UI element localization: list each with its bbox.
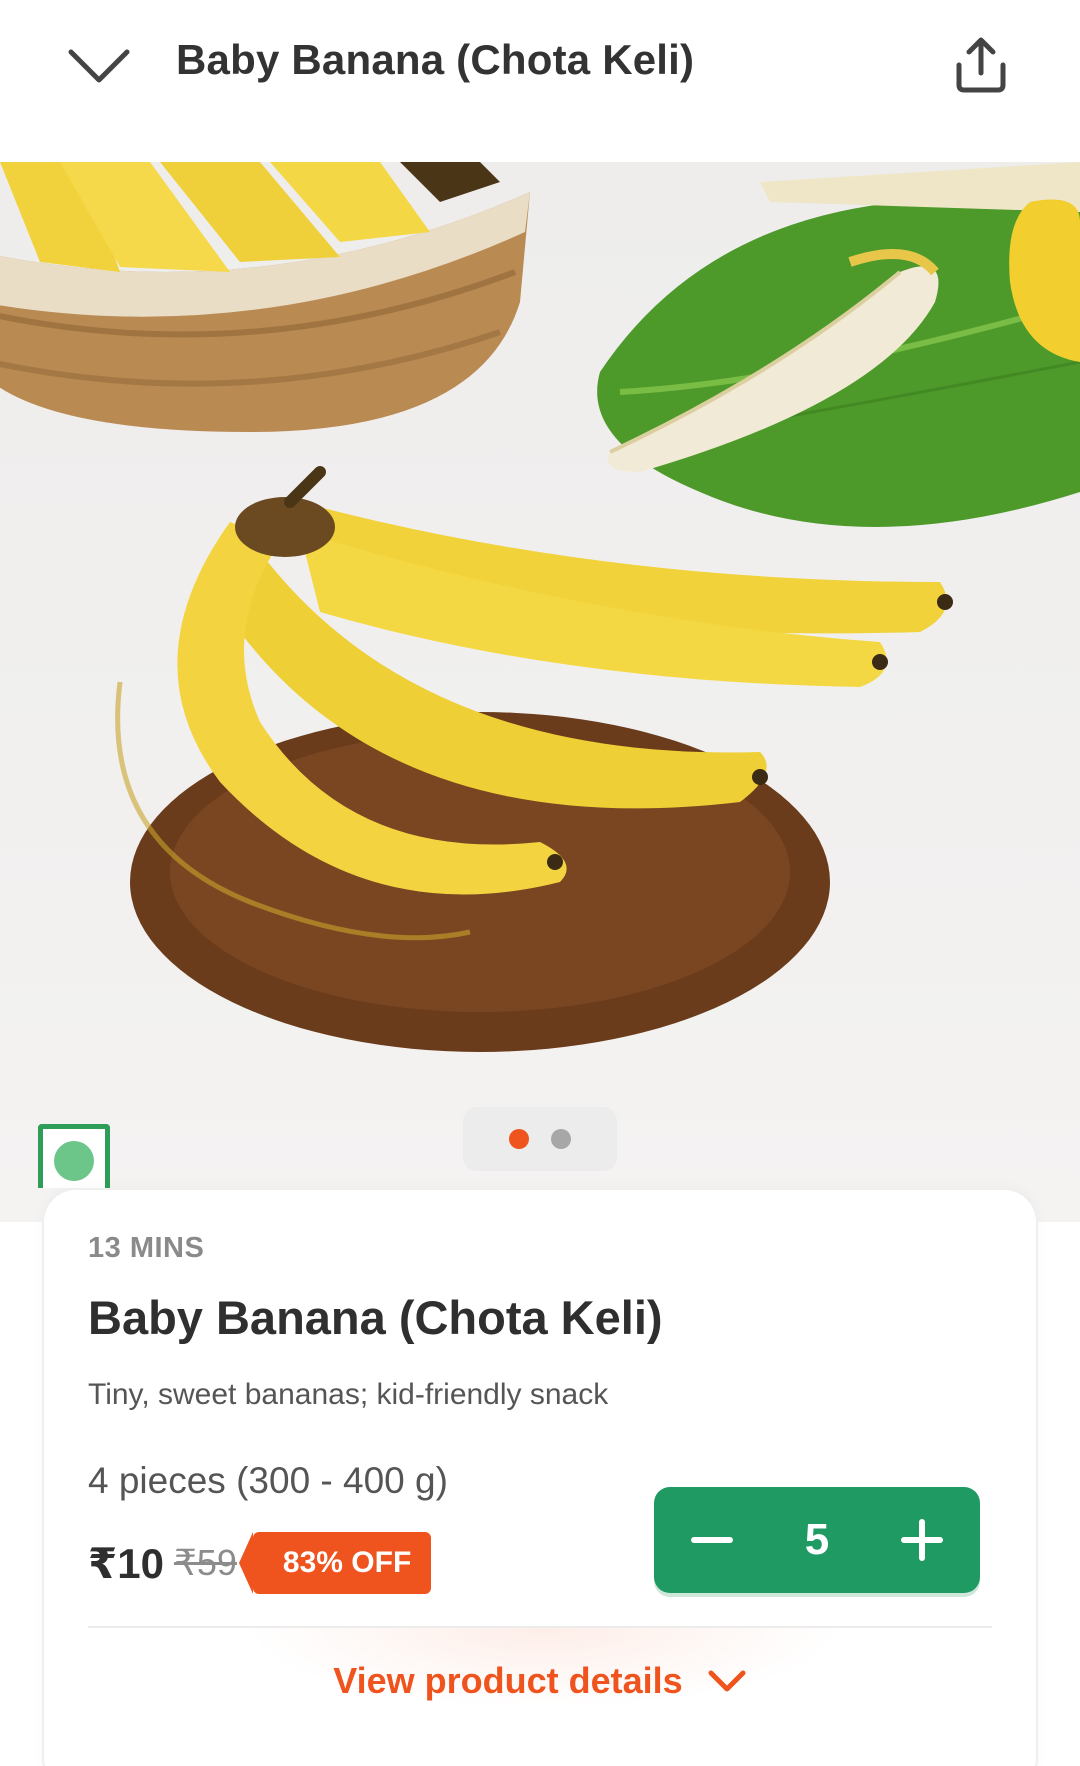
pager-dot-2[interactable] — [551, 1129, 571, 1149]
top-bar: Baby Banana (Chota Keli) — [0, 0, 1080, 162]
decrement-button[interactable] — [682, 1510, 742, 1570]
pager-dot-1[interactable] — [509, 1129, 529, 1149]
quantity-stepper: 5 — [654, 1487, 980, 1593]
banana-leaf — [597, 162, 1080, 527]
veg-dot — [54, 1141, 94, 1181]
increment-button[interactable] — [892, 1510, 952, 1570]
image-pager — [463, 1107, 617, 1171]
banana-illustration — [0, 162, 1080, 1052]
mrp-price: ₹59 — [173, 1542, 237, 1583]
cart-count: 5 — [804, 1515, 830, 1564]
share-button[interactable] — [944, 28, 1018, 102]
product-image[interactable] — [0, 162, 1080, 1222]
product-description: Tiny, sweet bananas; kid-friendly snack — [88, 1378, 609, 1411]
view-details-label: View product details — [333, 1660, 683, 1701]
discount-badge: 83% OFF — [238, 1532, 432, 1594]
price-row: ₹10 ₹59 83% OFF — [88, 1528, 432, 1598]
plus-icon — [900, 1519, 943, 1561]
selling-price: ₹10 — [88, 1539, 164, 1587]
view-details-link[interactable]: View product details — [44, 1660, 1036, 1702]
product-quantity: 4 pieces (300 - 400 g) — [88, 1460, 448, 1501]
veg-indicator — [38, 1124, 110, 1188]
chevron-down-icon — [68, 49, 130, 83]
product-info-card: 13 MINS Baby Banana (Chota Keli) Tiny, s… — [44, 1190, 1036, 1766]
chevron-down-icon — [708, 1670, 746, 1692]
page-title: Baby Banana (Chota Keli) — [176, 36, 695, 83]
delivery-eta: 13 MINS — [88, 1232, 205, 1264]
product-name: Baby Banana (Chota Keli) — [88, 1291, 663, 1344]
minus-icon — [691, 1537, 733, 1543]
basket — [0, 162, 530, 432]
collapse-button[interactable] — [62, 38, 136, 94]
share-icon — [956, 37, 1006, 93]
